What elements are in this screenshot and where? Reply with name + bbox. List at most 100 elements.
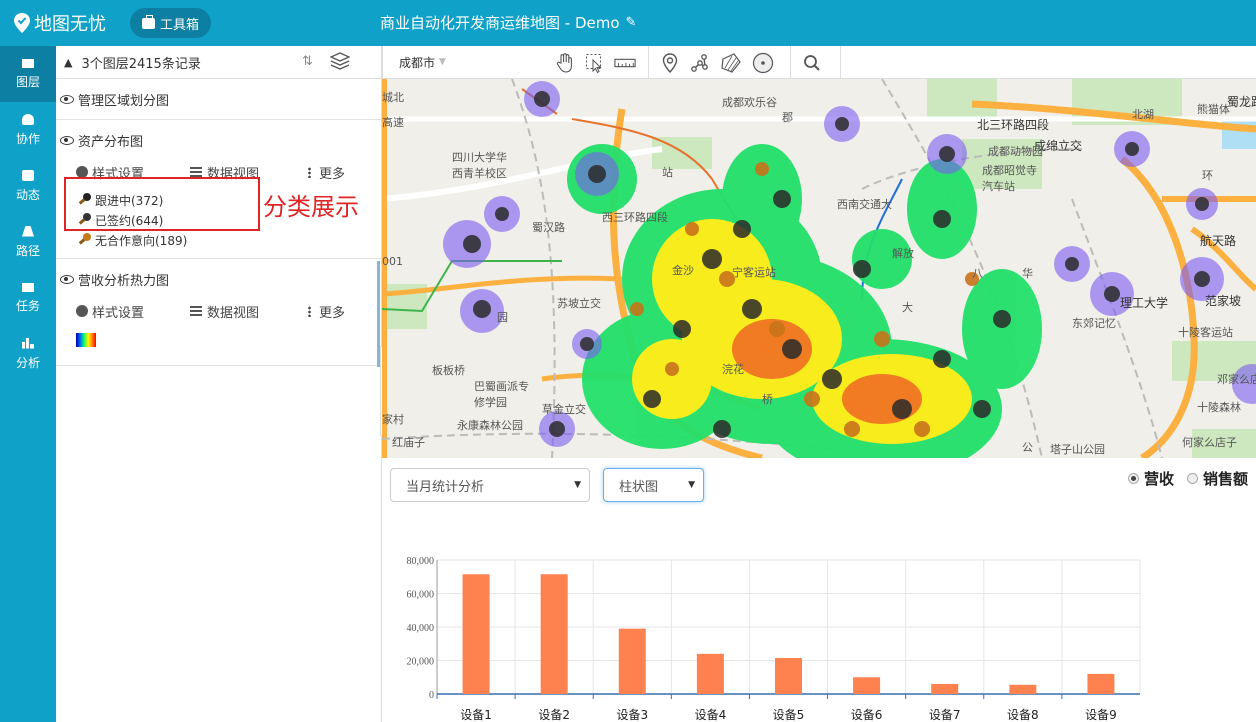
bar-2 — [540, 574, 568, 694]
layer-name: 资产分布图 — [78, 134, 144, 150]
more-button[interactable]: 更多 — [308, 302, 345, 321]
nav-item-5[interactable]: 分析 — [0, 326, 56, 382]
caret-down-icon: ▼ — [439, 57, 446, 67]
map-label: 苏坡立交 — [557, 297, 601, 310]
toolbox-button[interactable]: 工具箱 — [130, 8, 212, 38]
layer-row-heatmap: 营收分析热力图 样式设置 数据视图 更多 — [56, 259, 381, 366]
circle-tool-icon[interactable] — [752, 52, 774, 74]
map-label: 园 — [497, 311, 508, 324]
nav-item-label: 任务 — [15, 298, 40, 313]
x-tick-label: 设备9 — [1085, 708, 1117, 722]
layer-title-heatmap[interactable]: 营收分析热力图 — [56, 259, 381, 299]
pan-hand-icon[interactable] — [554, 52, 576, 74]
select-arrow-icon[interactable] — [584, 52, 606, 74]
more-dots-icon — [308, 166, 311, 178]
layer-tools: 样式设置 数据视图 更多 — [56, 299, 381, 323]
collapse-caret-icon[interactable]: ▲ — [64, 56, 72, 69]
map-label: 北三环路四段 — [977, 118, 1050, 132]
sort-icon[interactable]: ⇅ — [302, 54, 313, 69]
x-tick-label: 设备2 — [538, 708, 570, 722]
nav-item-label: 分析 — [15, 355, 40, 370]
map-label: 草金立交 — [542, 403, 586, 416]
legend-item: 无合作意向(189) — [78, 230, 381, 250]
layer-row-admin: 管理区域划分图 — [56, 79, 381, 120]
top-bar: 地图无忧 工具箱 商业自动化开发商运维地图 - Demo ✎ — [0, 0, 1256, 46]
x-tick-label: 设备8 — [1007, 708, 1039, 722]
list-icon — [190, 306, 202, 316]
layer-name: 管理区域划分图 — [78, 93, 170, 109]
map-label: 金沙 — [672, 264, 694, 277]
map-label: 成都动物园 — [988, 145, 1043, 158]
left-nav: 图层协作动态路径任务分析 — [0, 46, 56, 722]
nav-item-label: 路径 — [15, 243, 40, 258]
ruler-icon[interactable] — [614, 52, 636, 74]
layer-title-assets[interactable]: 资产分布图 — [56, 120, 381, 160]
toolbox-label: 工具箱 — [160, 17, 200, 33]
search-icon[interactable] — [801, 52, 823, 74]
chat-icon — [22, 169, 34, 181]
map-label: 浣花 — [722, 363, 744, 376]
nav-item-3[interactable]: 路径 — [0, 214, 56, 270]
task-icon — [22, 282, 34, 292]
period-select[interactable]: 当月统计分析 ▼ — [390, 468, 590, 502]
bar-1 — [462, 574, 490, 694]
radio-dot — [1128, 473, 1139, 484]
caret-down-icon: ▼ — [688, 480, 695, 490]
annotation-text: 分类展示 — [263, 193, 359, 221]
eye-hidden-icon[interactable] — [60, 94, 74, 104]
app-logo[interactable]: 地图无忧 — [14, 9, 106, 37]
bar-6 — [853, 677, 881, 694]
radio-revenue[interactable]: 营收 — [1128, 468, 1174, 489]
layer-title-admin[interactable]: 管理区域划分图 — [56, 79, 381, 119]
x-tick-label: 设备4 — [695, 708, 727, 722]
x-tick-label: 设备1 — [460, 708, 492, 722]
user-icon — [22, 113, 34, 125]
layer-stack-icon[interactable] — [329, 52, 351, 74]
app-name: 地图无忧 — [34, 14, 106, 35]
chart-type-select[interactable]: 柱状图 ▼ — [603, 468, 704, 502]
map-label: 蜀龙路 — [1227, 95, 1256, 109]
nav-item-label: 协作 — [15, 131, 40, 146]
bar-chart: 0 20,000 40,000 60,000 80,000 设备1 设备2 设备3 设备4 设备5… — [382, 518, 1256, 722]
x-tick-label: 设备5 — [773, 708, 805, 722]
toolbar-divider — [382, 46, 383, 79]
globe-icon — [76, 305, 88, 317]
map-label: 理工大学 — [1120, 296, 1169, 310]
radio-sales[interactable]: 销售额 — [1187, 468, 1248, 489]
location-pin-icon[interactable] — [659, 52, 681, 74]
map-label: 郡 — [782, 111, 793, 124]
map-label: 十陵客运站 — [1178, 326, 1233, 339]
map-toolbar: 成都市 ▼ — [382, 46, 1256, 79]
map-label: 熊猫体 — [1197, 103, 1230, 116]
data-view-button[interactable]: 数据视图 — [190, 302, 308, 321]
polygon-icon[interactable] — [720, 52, 742, 74]
x-tick-label: 设备7 — [929, 708, 961, 722]
polyline-icon[interactable] — [689, 52, 711, 74]
map-canvas[interactable]: 成都欢乐谷北三环路四段成绵立交蜀龙路熊猫体北湖四川大学华西青羊校区成都动物园成都… — [382, 79, 1256, 458]
map-label: 环 — [1202, 169, 1213, 182]
more-button[interactable]: 更多 — [308, 163, 345, 182]
nav-item-2[interactable]: 动态 — [0, 158, 56, 214]
eye-icon[interactable] — [60, 135, 74, 145]
city-select[interactable]: 成都市 ▼ — [399, 54, 446, 71]
map-label: 宁客运站 — [732, 266, 776, 279]
bar-5 — [775, 657, 802, 694]
bar-8 — [1009, 684, 1037, 694]
eye-icon[interactable] — [60, 274, 74, 284]
style-settings-button[interactable]: 样式设置 — [76, 302, 190, 321]
x-tick-label: 设备6 — [851, 708, 883, 722]
map-label: 十陵森林 — [1197, 401, 1241, 414]
briefcase-icon — [142, 14, 155, 29]
bar-3 — [618, 628, 646, 694]
nav-item-1[interactable]: 协作 — [0, 102, 56, 158]
map-label: 范家坡 — [1205, 294, 1242, 308]
caret-down-icon: ▼ — [574, 480, 581, 490]
nav-item-4[interactable]: 任务 — [0, 270, 56, 326]
nav-item-0[interactable]: 图层 — [0, 46, 56, 102]
map-label: 航天路 — [1200, 234, 1237, 248]
map-label: 东郊记忆 — [1072, 317, 1116, 330]
city-label: 成都市 — [399, 55, 436, 70]
edit-pencil-icon[interactable]: ✎ — [626, 15, 637, 30]
annotation-box — [64, 177, 260, 231]
map-label: 永康森林公园 — [457, 419, 523, 432]
